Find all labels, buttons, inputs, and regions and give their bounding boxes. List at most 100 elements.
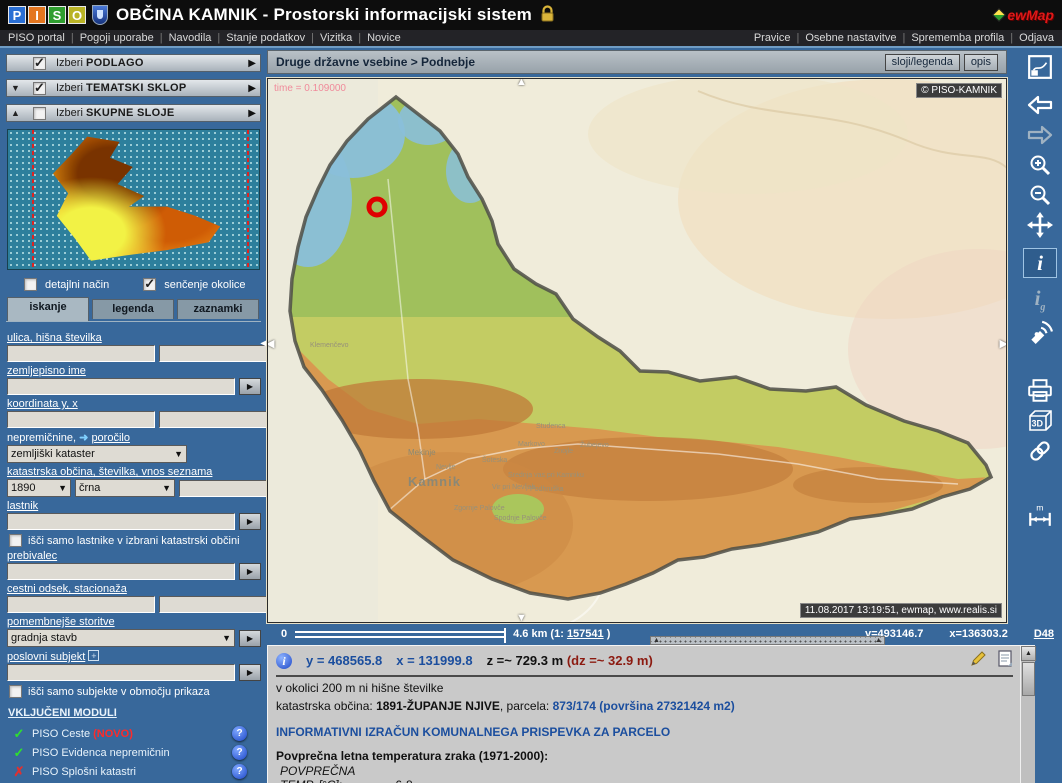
back-button[interactable]	[1023, 90, 1057, 120]
info-tool-button[interactable]: i	[1023, 248, 1057, 278]
tab-zaznamki[interactable]: zaznamki	[177, 299, 259, 319]
panel-skupne-sloje[interactable]: ▲ Izberi SKUPNE SLOJE ▶	[6, 104, 261, 122]
module-link[interactable]: PISO Evidenca nepremičnin	[32, 747, 170, 759]
pan-down-icon[interactable]: ▼	[516, 612, 527, 623]
panel-splitter-handle[interactable]: ▲▲	[650, 636, 885, 645]
coord-x-input[interactable]	[159, 411, 267, 428]
resident-input[interactable]	[7, 563, 235, 580]
tab-iskanje[interactable]: iskanje	[7, 297, 89, 321]
pan-left-icon[interactable]: ◀	[267, 337, 274, 350]
pan-tool-button[interactable]	[1023, 210, 1057, 240]
detail-mode-checkbox[interactable]	[24, 278, 37, 291]
menu-osebne-nastavitve[interactable]: Osebne nastavitve	[805, 32, 911, 44]
piso-logo-icon[interactable]: P I S O	[8, 6, 86, 24]
resident-label[interactable]: prebivalec	[7, 550, 261, 562]
menu-piso-portal[interactable]: PISO portal	[8, 32, 80, 44]
shade-checkbox[interactable]	[143, 278, 156, 291]
cadastral-label[interactable]: katastrska občina, številka, vnos seznam…	[7, 466, 261, 478]
cadastral-name-select[interactable]: črna ▼	[75, 479, 175, 497]
print-button[interactable]	[1023, 376, 1057, 406]
menu-vizitka[interactable]: Vizitka	[320, 32, 367, 44]
geo-name-label[interactable]: zemljepisno ime	[7, 365, 261, 377]
layers-legend-button[interactable]: sloji/legenda	[885, 54, 960, 71]
menu-navodila[interactable]: Navodila	[169, 32, 227, 44]
modules-heading[interactable]: VKLJUČENI MODULI	[8, 707, 261, 719]
help-icon[interactable]: ?	[232, 726, 247, 741]
overview-extent-button[interactable]	[1023, 52, 1057, 82]
coord-label[interactable]: koordinata y, x	[7, 398, 261, 410]
services-search-button[interactable]: ▶	[239, 630, 261, 647]
help-icon[interactable]: ?	[232, 745, 247, 760]
zoom-in-button[interactable]	[1023, 150, 1057, 180]
owner-input[interactable]	[7, 513, 235, 530]
business-filter-checkbox[interactable]	[9, 685, 22, 698]
business-expand-icon[interactable]: +	[88, 650, 99, 661]
scroll-up-icon[interactable]: ▲	[1021, 646, 1036, 661]
expand-right-icon[interactable]: ▶	[248, 58, 256, 69]
menu-novice[interactable]: Novice	[367, 32, 401, 44]
utility-fee-calc-link[interactable]: INFORMATIVNI IZRAČUN KOMUNALNEGA PRISPEV…	[276, 725, 670, 739]
street-input[interactable]	[7, 345, 155, 362]
info-panel-scrollbar[interactable]: ▲	[1020, 646, 1035, 783]
road-label[interactable]: cestni odsek, stacionaža	[7, 583, 261, 595]
geo-name-search-button[interactable]: ▶	[239, 378, 261, 395]
panel-tematski-sklop[interactable]: ▼ Izberi TEMATSKI SKLOP ▶	[6, 79, 261, 97]
road-section-input[interactable]	[7, 596, 155, 613]
help-icon[interactable]: ?	[232, 764, 247, 779]
expand-right-icon[interactable]: ▶	[248, 108, 256, 119]
resident-search-button[interactable]: ▶	[239, 563, 261, 580]
report-link[interactable]: poročilo	[91, 432, 130, 444]
measure-button[interactable]: m	[1023, 500, 1057, 530]
menu-stanje-podatkov[interactable]: Stanje podatkov	[226, 32, 320, 44]
pan-up-icon[interactable]: ▲	[516, 78, 527, 88]
parcel-number-input[interactable]	[179, 480, 267, 497]
link-button[interactable]	[1023, 436, 1057, 466]
zoom-out-button[interactable]	[1023, 180, 1057, 210]
house-number-input[interactable]	[159, 345, 267, 362]
tab-legenda[interactable]: legenda	[92, 299, 174, 319]
module-link[interactable]: PISO Ceste (NOVO)	[32, 728, 133, 740]
menu-pogoji-uporabe[interactable]: Pogoji uporabe	[80, 32, 169, 44]
services-label[interactable]: pomembnejše storitve	[7, 616, 261, 628]
coord-y-input[interactable]	[7, 411, 155, 428]
panel-podlago[interactable]: Izberi PODLAGO ▶	[6, 54, 261, 72]
skupne-checkbox[interactable]	[33, 107, 46, 120]
business-label[interactable]: poslovni subjekt	[7, 651, 85, 663]
owner-search-button[interactable]: ▶	[239, 513, 261, 530]
expand-right-icon[interactable]: ▶	[248, 83, 256, 94]
tematski-checkbox[interactable]	[33, 82, 46, 95]
services-select[interactable]: gradnja stavb ▼	[7, 629, 235, 647]
map-viewport[interactable]: Kamnik Mekinje Nevlje Šoteska Markovo Zn…	[267, 78, 1007, 623]
owner-filter-checkbox[interactable]	[9, 534, 22, 547]
3d-view-button[interactable]: 3D	[1023, 406, 1057, 436]
podlago-checkbox[interactable]	[33, 57, 46, 70]
collapse-down-icon[interactable]: ▼	[11, 83, 25, 93]
sidebar-collapse-icon[interactable]: ◀	[260, 338, 267, 349]
street-label[interactable]: ulica, hišna številka	[7, 332, 261, 344]
menu-sprememba-profila[interactable]: Sprememba profila	[911, 32, 1019, 44]
info-advanced-button[interactable]: ig	[1023, 286, 1057, 316]
forward-button[interactable]	[1023, 120, 1057, 150]
menu-pravice[interactable]: Pravice	[754, 32, 806, 44]
datum-link[interactable]: D48	[1034, 628, 1054, 640]
road-station-input[interactable]	[159, 596, 267, 613]
module-link[interactable]: PISO Splošni katastri	[32, 766, 136, 778]
pan-right-icon[interactable]: ▶	[1000, 337, 1007, 350]
overview-map[interactable]	[7, 129, 260, 270]
collapse-up-icon[interactable]: ▲	[11, 108, 25, 118]
owner-label[interactable]: lastnik	[7, 500, 261, 512]
business-search-button[interactable]: ▶	[239, 664, 261, 681]
realestate-selected-value: zemljiški kataster	[11, 448, 95, 460]
edit-pencil-icon[interactable]	[969, 650, 987, 671]
gps-button[interactable]	[1023, 316, 1057, 346]
notes-icon[interactable]	[997, 650, 1013, 671]
description-button[interactable]: opis	[964, 54, 998, 71]
business-input[interactable]	[7, 664, 235, 681]
realestate-select[interactable]: zemljiški kataster ▼	[7, 445, 187, 463]
scale-link[interactable]: 157541	[567, 628, 604, 640]
cadastral-code-select[interactable]: 1890 ▼	[7, 479, 71, 497]
scroll-thumb[interactable]	[1022, 662, 1035, 696]
menu-odjava[interactable]: Odjava	[1019, 32, 1054, 44]
geo-name-input[interactable]	[7, 378, 235, 395]
parcel-link[interactable]: 873/174 (površina 27321424 m2)	[553, 699, 735, 713]
